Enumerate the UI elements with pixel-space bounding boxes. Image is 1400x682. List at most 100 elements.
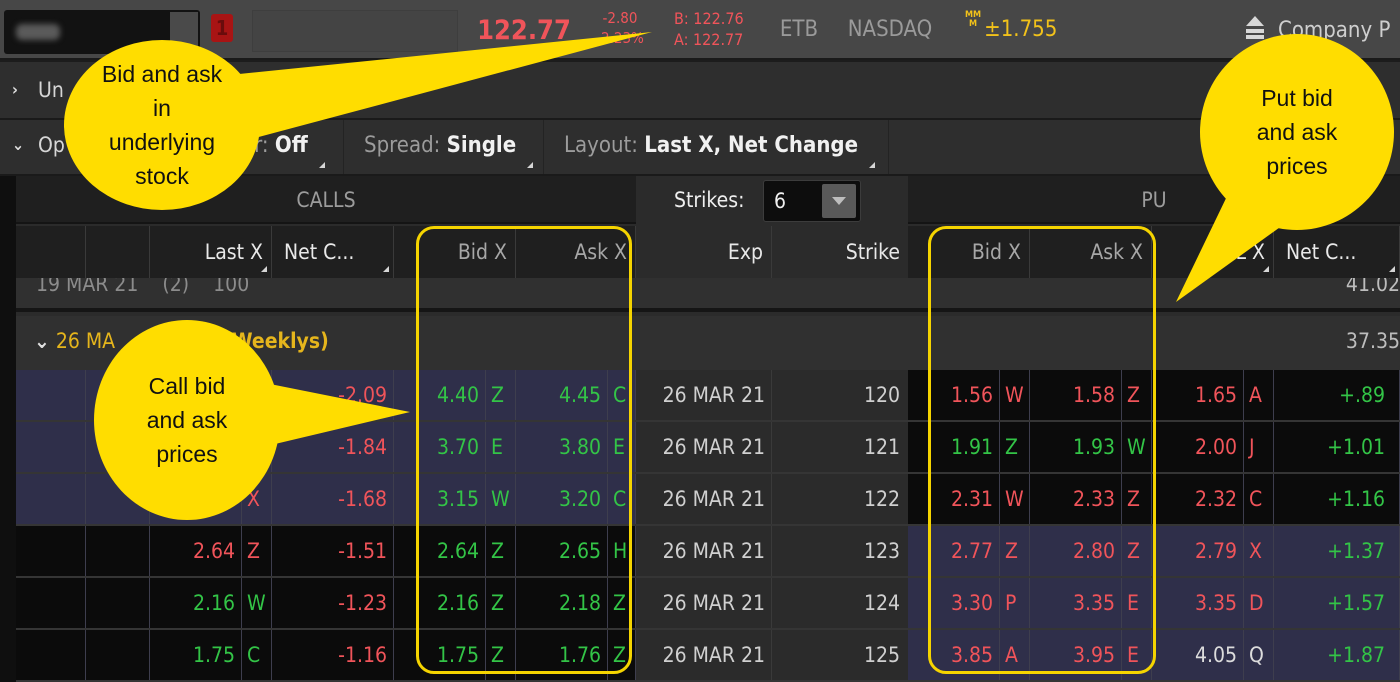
cell-put-ask[interactable]: 1.58 [1030,370,1122,420]
market-maker-move-icon: MM M [965,10,982,29]
expiration-row-19mar21[interactable]: 19 MAR 21 (2) 100 41.02 [16,278,1400,312]
symbol-text-blurred [16,24,60,40]
layout-prefix: Layout: [564,133,638,158]
cell-put-ask-ex[interactable]: Z [1122,370,1152,420]
column-header-call-bid-x[interactable]: Bid X [394,226,516,278]
cell-put-bid-ex[interactable]: A [1000,630,1030,680]
cell-blank [16,526,86,576]
spread-button[interactable]: Spread: Single [343,120,536,174]
cell-call-net: -1.16 [272,630,394,680]
cell-put-net: +1.87 [1274,630,1400,680]
column-header-put-last-x[interactable]: L X [1152,226,1274,278]
cell-call-last-ex: W [242,578,272,628]
underlying-callout-bubble: Bid and ask in underlying stock [64,40,260,210]
column-header-put-net-change[interactable]: Net C... [1274,226,1400,278]
cell-put-last-ex: C [1244,474,1274,524]
option-row-strike-123[interactable]: 2.64 Z -1.51 2.64 Z 2.65 H 26 MAR 21 123 2.77 Z 2.8… [16,526,1400,578]
cell-put-ask[interactable]: 3.95 [1030,630,1122,680]
cell-put-bid[interactable]: 3.85 [908,630,1000,680]
layout-value: Last X, Net Change [644,133,859,158]
option-row-strike-124[interactable]: 2.16 W -1.23 2.16 Z 2.18 Z 26 MAR 21 124 3.30 P 3.3… [16,578,1400,630]
cell-call-bid[interactable]: 4.40 [394,370,486,420]
cell-put-bid[interactable]: 2.31 [908,474,1000,524]
cell-call-bid-ex[interactable]: Z [486,630,516,680]
cell-call-ask-ex[interactable]: C [608,474,636,524]
cell-call-bid-ex[interactable]: Z [486,526,516,576]
column-header-put-ask-x[interactable]: Ask X [1030,226,1152,278]
cell-put-last: 2.00 [1152,422,1244,472]
cell-call-bid-ex[interactable]: E [486,422,516,472]
cell-put-ask[interactable]: 1.93 [1030,422,1122,472]
cell-put-bid-ex[interactable]: Z [1000,422,1030,472]
column-header-call-net-change[interactable]: Net C... [272,226,394,278]
column-header-call-last-x[interactable]: Last X [150,226,272,278]
cell-call-ask[interactable]: 2.18 [516,578,608,628]
cell-call-ask[interactable]: 2.65 [516,526,608,576]
menu-corner-icon [383,266,389,272]
cell-call-bid-ex[interactable]: Z [486,370,516,420]
cell-put-ask[interactable]: 2.33 [1030,474,1122,524]
blank-field [252,10,458,52]
cell-call-bid[interactable]: 2.64 [394,526,486,576]
strikes-label: Strikes: [674,188,745,212]
column-header-blank-2 [86,226,150,278]
cell-put-ask-ex[interactable]: Z [1122,474,1152,524]
cell-put-last-ex: X [1244,526,1274,576]
cell-call-ask[interactable]: 1.76 [516,630,608,680]
layout-button[interactable]: Layout: Last X, Net Change [543,120,878,174]
cell-put-bid-ex[interactable]: Z [1000,526,1030,576]
cell-call-bid-ex[interactable]: Z [486,578,516,628]
cell-put-bid[interactable]: 2.77 [908,526,1000,576]
cell-put-bid[interactable]: 3.30 [908,578,1000,628]
cell-put-ask-ex[interactable]: E [1122,578,1152,628]
cell-blank [16,370,86,420]
percent-change: -2.23% [596,29,644,47]
strikes-control: Strikes: 6 [636,176,908,226]
cell-call-ask-ex[interactable]: Z [608,578,636,628]
callout-text: Put bid and ask prices [1256,85,1338,179]
cell-put-ask[interactable]: 2.80 [1030,526,1122,576]
cell-call-ask[interactable]: 4.45 [516,370,608,420]
cell-call-bid[interactable]: 2.16 [394,578,486,628]
column-header-strike[interactable]: Strike [772,226,908,278]
cell-call-bid[interactable]: 1.75 [394,630,486,680]
cell-call-ask-ex[interactable]: E [608,422,636,472]
cell-put-bid-ex[interactable]: P [1000,578,1030,628]
dropdown-arrow-icon[interactable] [822,184,856,218]
cell-put-bid-ex[interactable]: W [1000,370,1030,420]
column-header-call-ask-x[interactable]: Ask X [516,226,636,278]
underlying-ask: A: 122.77 [674,30,744,49]
cell-call-ask-ex[interactable]: Z [608,630,636,680]
cell-call-net: -2.09 [272,370,394,420]
alert-badge[interactable]: 1 [211,14,233,42]
cell-put-ask-ex[interactable]: W [1122,422,1152,472]
cell-call-last-ex: C [242,630,272,680]
strikes-select[interactable]: 6 [763,180,861,222]
cell-call-ask-ex[interactable]: C [608,370,636,420]
expiration-right-value: 41.02 [1345,278,1400,296]
cell-put-bid-ex[interactable]: W [1000,474,1030,524]
menu-corner-icon [527,162,534,168]
cell-exp: 26 MAR 21 [636,526,772,576]
cell-put-last: 2.79 [1152,526,1244,576]
cell-call-ask[interactable]: 3.80 [516,422,608,472]
cell-call-bid[interactable]: 3.15 [394,474,486,524]
cell-call-ask[interactable]: 3.20 [516,474,608,524]
cell-put-ask[interactable]: 3.35 [1030,578,1122,628]
column-header-exp[interactable]: Exp [636,226,772,278]
cell-put-ask-ex[interactable]: Z [1122,526,1152,576]
option-row-strike-125[interactable]: 1.75 C -1.16 1.75 Z 1.76 Z 26 MAR 21 125 3.85 A 3.9… [16,630,1400,682]
cell-strike: 120 [772,370,908,420]
column-header-put-bid-x[interactable]: Bid X [908,226,1030,278]
cell-call-bid[interactable]: 3.70 [394,422,486,472]
cell-blank [16,474,86,524]
cell-call-bid-ex[interactable]: W [486,474,516,524]
cell-call-ask-ex[interactable]: H [608,526,636,576]
cell-blank [16,578,86,628]
chevron-down-icon[interactable]: ⌄ [12,135,24,154]
cell-strike: 124 [772,578,908,628]
cell-put-ask-ex[interactable]: E [1122,630,1152,680]
cell-put-bid[interactable]: 1.56 [908,370,1000,420]
cell-put-last-ex: A [1244,370,1274,420]
cell-put-bid[interactable]: 1.91 [908,422,1000,472]
